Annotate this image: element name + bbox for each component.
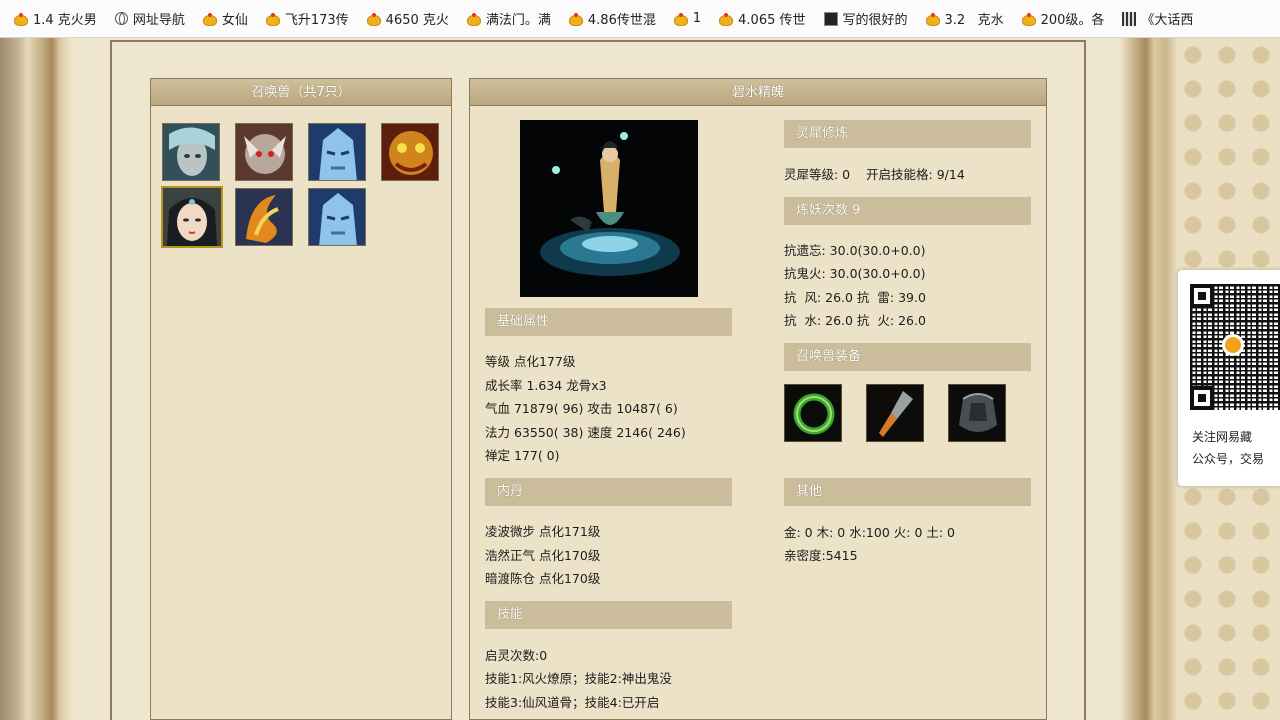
bookmark-label: 网址导航 bbox=[132, 13, 185, 28]
equipment-heading: 召唤兽装备 bbox=[784, 343, 1031, 371]
inner-dan-line-1: 凌波微步 点化171级 bbox=[485, 524, 601, 539]
bookmark-label: 200级。各 bbox=[1040, 13, 1105, 28]
bookmark-label: 4.86传世混 bbox=[587, 13, 656, 28]
basic-line-1: 等级 点化177级 bbox=[485, 354, 576, 369]
pet-thumb-2[interactable] bbox=[235, 123, 293, 181]
coin-icon bbox=[14, 12, 28, 26]
pet-1-portrait-icon bbox=[163, 124, 219, 180]
bookmark-item[interactable]: 《大话西 bbox=[1122, 9, 1193, 28]
bookmark-item[interactable]: 1.4 克火男 bbox=[14, 9, 97, 28]
bookmark-item[interactable]: 网址导航 bbox=[114, 9, 185, 28]
pet-model-icon bbox=[520, 120, 698, 297]
coin-icon bbox=[925, 12, 940, 26]
armor-icon bbox=[949, 385, 1005, 441]
bookmark-item[interactable]: 200级。各 bbox=[1021, 9, 1105, 28]
lingxi-line: 灵犀等级: 0 开启技能格: 9/14 bbox=[784, 167, 965, 182]
green-ring-icon bbox=[785, 385, 841, 441]
bookmark-label: 1.4 克火男 bbox=[33, 13, 97, 28]
bookmark-label: 《大话西 bbox=[1141, 13, 1194, 28]
coin-icon bbox=[719, 12, 734, 26]
coin-icon bbox=[1021, 12, 1036, 26]
inner-dan-line-2: 浩然正气 点化170级 bbox=[485, 548, 601, 563]
skills-line-1: 启灵次数:0 bbox=[485, 648, 548, 663]
bookmark-item[interactable]: 4.86传世混 bbox=[568, 9, 656, 28]
bookmark-item[interactable]: 飞升173传 bbox=[265, 9, 349, 28]
inner-dan-line-3: 暗渡陈仓 点化170级 bbox=[485, 571, 601, 586]
qr-corner-icon bbox=[1190, 386, 1214, 410]
pet-model-image bbox=[520, 120, 698, 297]
bookmark-label: 写的很好的 bbox=[842, 13, 908, 28]
other-line-2: 亲密度:5415 bbox=[784, 548, 858, 563]
bookmark-item[interactable]: 女仙 bbox=[202, 9, 248, 28]
lianyao-line-2: 抗鬼火: 30.0(30.0+0.0) bbox=[784, 266, 926, 281]
pet-7-portrait-icon bbox=[309, 189, 365, 245]
pet-4-portrait-icon bbox=[382, 124, 438, 180]
qr-caption-line-2: 公众号，交易 bbox=[1192, 452, 1265, 466]
basic-line-4: 法力 63550( 38) 速度 2146( 246) bbox=[485, 425, 686, 440]
coin-icon bbox=[265, 12, 280, 26]
equipment-slot-2[interactable] bbox=[866, 384, 924, 442]
lingxi-heading: 灵犀修炼 bbox=[784, 120, 1031, 148]
bookmark-label: 满法门。满 bbox=[485, 13, 551, 28]
equipment-slot-1[interactable] bbox=[784, 384, 842, 442]
bookmark-item[interactable]: 1 bbox=[673, 11, 702, 26]
lianyao-line-1: 抗遗忘: 30.0(30.0+0.0) bbox=[784, 243, 926, 258]
coin-icon bbox=[202, 12, 217, 26]
globe-icon bbox=[114, 12, 128, 25]
bookmark-label: 女仙 bbox=[221, 13, 248, 28]
pet-thumb-4[interactable] bbox=[381, 123, 439, 181]
qr-caption: 关注网易藏 公众号，交易 bbox=[1192, 426, 1280, 470]
qr-promo-card[interactable]: 关注网易藏 公众号，交易 bbox=[1178, 270, 1280, 486]
dagger-icon bbox=[867, 385, 923, 441]
bookmark-item[interactable]: 4650 克火 bbox=[366, 9, 449, 28]
skills-line-2: 技能1:风火燎原；技能2:神出鬼没 bbox=[485, 671, 672, 686]
summon-list-title: 召唤兽（共7只） bbox=[151, 79, 451, 106]
pet-6-portrait-icon bbox=[236, 189, 292, 245]
basic-line-3: 气血 71879( 96) 攻击 10487( 6) bbox=[485, 401, 678, 416]
coin-icon bbox=[568, 12, 583, 26]
coin-icon bbox=[366, 12, 381, 26]
bookmark-item[interactable]: 满法门。满 bbox=[466, 9, 551, 28]
lianyao-line-4: 抗 水: 26.0 抗 火: 26.0 bbox=[784, 313, 926, 328]
other-line-1: 金: 0 木: 0 水:100 火: 0 土: 0 bbox=[784, 525, 956, 540]
equipment-slot-3[interactable] bbox=[948, 384, 1006, 442]
other-heading: 其他 bbox=[784, 478, 1031, 506]
qr-caption-line-1: 关注网易藏 bbox=[1192, 430, 1253, 444]
bookmark-label: 3.2 克水 bbox=[944, 13, 1004, 28]
basic-attributes-heading: 基础属性 bbox=[485, 308, 732, 336]
coin-icon bbox=[466, 12, 481, 26]
basic-line-2: 成长率 1.634 龙骨x3 bbox=[485, 378, 607, 393]
bookmark-item[interactable]: 3.2 克水 bbox=[925, 9, 1004, 28]
bookmark-label: 4650 克火 bbox=[385, 13, 449, 28]
pet-thumb-6[interactable] bbox=[235, 188, 293, 246]
pet-thumb-5[interactable] bbox=[161, 186, 223, 248]
pet-2-portrait-icon bbox=[236, 124, 292, 180]
bookmark-bar: 1.4 克火男 网址导航 女仙 飞升173传 4650 克火 满法门。满 4.86传世混 1 4… bbox=[0, 0, 1280, 38]
left-decorative-frame bbox=[0, 38, 72, 720]
qr-corner-icon bbox=[1190, 284, 1214, 308]
bookmark-item[interactable]: 4.065 传世 bbox=[719, 9, 806, 28]
pet-3-portrait-icon bbox=[309, 124, 365, 180]
lianyao-heading: 炼妖次数 9 bbox=[784, 197, 1031, 225]
bookmark-item[interactable]: 写的很好的 bbox=[823, 9, 908, 28]
basic-line-5: 禅定 177( 0) bbox=[485, 448, 560, 463]
bookmark-label: 1 bbox=[692, 11, 702, 26]
coin-icon bbox=[673, 12, 688, 26]
qr-page-icon bbox=[1122, 11, 1137, 26]
inner-dan-heading: 内丹 bbox=[485, 478, 732, 506]
bookmark-label: 4.065 传世 bbox=[738, 13, 806, 28]
pet-detail-title: 碧水精魄 bbox=[470, 79, 1046, 106]
pet-5-portrait-icon bbox=[163, 188, 221, 246]
skills-heading: 技能 bbox=[485, 601, 732, 629]
summon-list-panel: 召唤兽（共7只） bbox=[150, 78, 452, 720]
pet-thumb-7[interactable] bbox=[308, 188, 366, 246]
dark-page-icon bbox=[823, 11, 838, 26]
pet-thumb-1[interactable] bbox=[162, 123, 220, 181]
bookmark-label: 飞升173传 bbox=[284, 13, 349, 28]
lianyao-line-3: 抗 风: 26.0 抗 雷: 39.0 bbox=[784, 290, 926, 305]
skills-line-3: 技能3:仙风道骨；技能4:已开启 bbox=[485, 695, 660, 710]
pet-thumb-3[interactable] bbox=[308, 123, 366, 181]
qr-logo-icon bbox=[1222, 334, 1244, 356]
